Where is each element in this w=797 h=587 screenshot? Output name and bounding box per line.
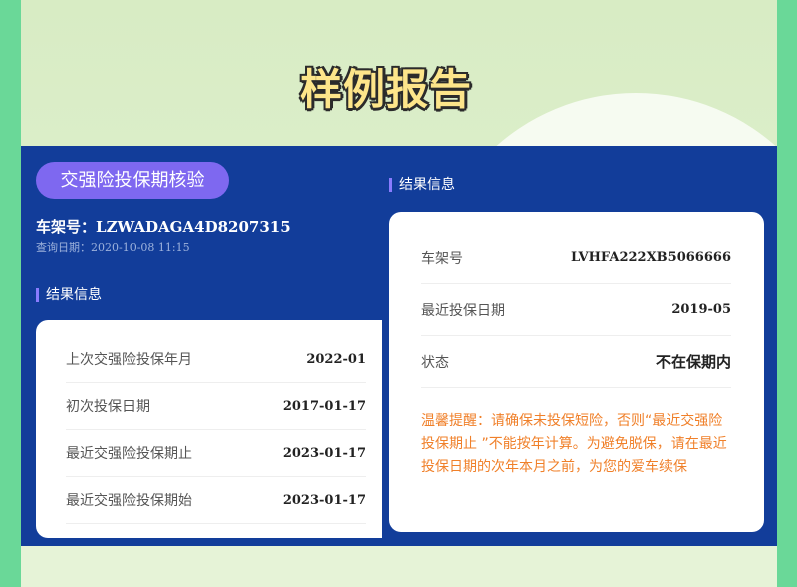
table-row: 上次交强险投保年月 2022-01 <box>66 336 366 383</box>
vin-label: 车架号： <box>36 218 97 236</box>
row-label: 初次投保日期 <box>66 399 150 415</box>
report-type-badge: 交强险投保期核验 <box>36 162 229 199</box>
row-value: 2017-01-17 <box>282 398 366 414</box>
table-row: 初次投保日期 2017-01-17 <box>66 383 366 430</box>
table-row: 车架号 LVHFA222XB5066666 <box>421 232 731 284</box>
right-result-card: 车架号 LVHFA222XB5066666 最近投保日期 2019-05 状态 … <box>389 212 764 532</box>
table-row: 状态 不在保期内 <box>421 336 731 388</box>
row-value: 2023-01-17 <box>282 445 366 461</box>
page-title: 样例报告 <box>299 65 472 114</box>
row-label: 状态 <box>421 354 449 371</box>
report-panel: 交强险投保期核验 车架号：LZWADAGA4D8207315 查询日期：2020… <box>21 146 777 546</box>
row-value: 2019-05 <box>671 302 731 317</box>
query-date: 查询日期：2020-10-08 11:15 <box>36 239 190 255</box>
row-label: 最近交强险投保期止 <box>66 446 192 462</box>
row-label: 最近交强险投保期始 <box>66 493 192 509</box>
row-value: LVHFA222XB5066666 <box>570 250 731 265</box>
table-row: 最近投保日期 2019-05 <box>421 284 731 336</box>
row-label: 车架号 <box>421 250 463 267</box>
status-value: 不在保期内 <box>655 353 731 371</box>
report-frame: 样例报告 交强险投保期核验 车架号：LZWADAGA4D8207315 查询日期… <box>21 0 777 587</box>
left-section-heading: 结果信息 <box>36 287 102 303</box>
query-date-value: 2020-10-08 11:15 <box>91 241 190 254</box>
bottom-band <box>21 546 777 587</box>
table-row: 最近交强险投保期始 2023-01-17 <box>66 477 366 524</box>
reminder-text: 温馨提醒：请确保未投保短险，否则“最近交强险投保期止 ”不能按年计算。为避免脱保… <box>421 413 727 475</box>
table-row: 最近交强险投保期止 2023-01-17 <box>66 430 366 477</box>
query-date-label: 查询日期： <box>36 241 91 254</box>
vin-value: LZWADAGA4D8207315 <box>96 218 291 236</box>
row-label: 上次交强险投保年月 <box>66 352 192 368</box>
row-value: 2023-01-17 <box>282 492 366 508</box>
right-section-heading: 结果信息 <box>389 177 455 193</box>
row-value: 2022-01 <box>306 351 366 367</box>
vin-line: 车架号：LZWADAGA4D8207315 <box>36 216 291 237</box>
row-label: 最近投保日期 <box>421 302 505 319</box>
left-result-card: 上次交强险投保年月 2022-01 初次投保日期 2017-01-17 最近交强… <box>36 320 382 538</box>
